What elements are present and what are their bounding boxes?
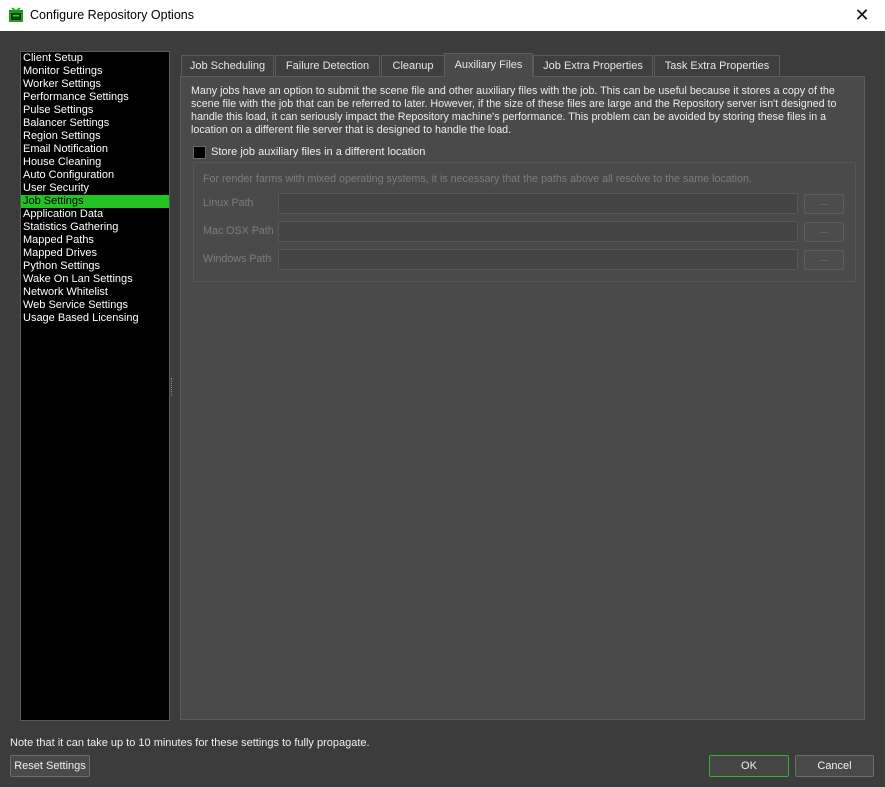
aux-paths-note: For render farms with mixed operating sy… xyxy=(203,173,752,185)
linux-path-browse-button[interactable]: ... xyxy=(804,194,844,214)
nav-item-mapped-paths[interactable]: Mapped Paths xyxy=(21,234,169,247)
mac-path-row: Mac OSX Path ... xyxy=(203,221,853,243)
mac-path-label: Mac OSX Path xyxy=(203,225,274,237)
nav-item-region-settings[interactable]: Region Settings xyxy=(21,130,169,143)
nav-item-wake-on-lan-settings[interactable]: Wake On Lan Settings xyxy=(21,273,169,286)
tab-cleanup[interactable]: Cleanup xyxy=(381,55,445,77)
linux-path-input[interactable] xyxy=(278,193,798,214)
nav-item-web-service-settings[interactable]: Web Service Settings xyxy=(21,299,169,312)
store-aux-files-checkbox[interactable] xyxy=(193,145,206,159)
ok-button[interactable]: OK xyxy=(709,755,789,777)
mac-path-browse-button[interactable]: ... xyxy=(804,222,844,242)
window-title: Configure Repository Options xyxy=(30,8,194,22)
cancel-button[interactable]: Cancel xyxy=(795,755,874,777)
settings-category-list[interactable]: Client Setup Monitor Settings Worker Setti… xyxy=(20,51,170,721)
tab-failure-detection[interactable]: Failure Detection xyxy=(275,55,380,77)
tab-task-extra-properties[interactable]: Task Extra Properties xyxy=(654,55,780,77)
tab-auxiliary-files[interactable]: Auxiliary Files xyxy=(444,53,533,77)
nav-item-application-data[interactable]: Application Data xyxy=(21,208,169,221)
nav-item-auto-configuration[interactable]: Auto Configuration xyxy=(21,169,169,182)
windows-path-row: Windows Path ... xyxy=(203,249,853,271)
nav-item-usage-based-licensing[interactable]: Usage Based Licensing xyxy=(21,312,169,325)
mac-path-input[interactable] xyxy=(278,221,798,242)
nav-item-python-settings[interactable]: Python Settings xyxy=(21,260,169,273)
windows-path-label: Windows Path xyxy=(203,253,272,265)
nav-item-pulse-settings[interactable]: Pulse Settings xyxy=(21,104,169,117)
windows-path-browse-button[interactable]: ... xyxy=(804,250,844,270)
nav-item-worker-settings[interactable]: Worker Settings xyxy=(21,78,169,91)
nav-item-network-whitelist[interactable]: Network Whitelist xyxy=(21,286,169,299)
auxiliary-files-description: Many jobs have an option to submit the s… xyxy=(191,85,837,136)
linux-path-label: Linux Path xyxy=(203,197,254,209)
title-bar: Configure Repository Options ✕ xyxy=(0,0,885,31)
store-aux-files-label[interactable]: Store job auxiliary files in a different… xyxy=(211,146,425,158)
propagation-note: Note that it can take up to 10 minutes f… xyxy=(10,737,370,749)
nav-item-job-settings[interactable]: Job Settings xyxy=(21,195,169,208)
close-icon[interactable]: ✕ xyxy=(839,0,885,31)
nav-item-client-setup[interactable]: Client Setup xyxy=(21,52,169,65)
nav-item-mapped-drives[interactable]: Mapped Drives xyxy=(21,247,169,260)
windows-path-input[interactable] xyxy=(278,249,798,270)
nav-item-balancer-settings[interactable]: Balancer Settings xyxy=(21,117,169,130)
reset-settings-button[interactable]: Reset Settings xyxy=(10,755,90,777)
tab-job-extra-properties[interactable]: Job Extra Properties xyxy=(533,55,653,77)
linux-path-row: Linux Path ... xyxy=(203,193,853,215)
nav-item-house-cleaning[interactable]: House Cleaning xyxy=(21,156,169,169)
deadline-app-icon xyxy=(9,7,23,22)
nav-item-monitor-settings[interactable]: Monitor Settings xyxy=(21,65,169,78)
splitter-handle[interactable] xyxy=(171,378,174,396)
tab-job-scheduling[interactable]: Job Scheduling xyxy=(181,55,274,77)
nav-item-statistics-gathering[interactable]: Statistics Gathering xyxy=(21,221,169,234)
auxiliary-files-panel: Many jobs have an option to submit the s… xyxy=(180,76,865,720)
nav-item-performance-settings[interactable]: Performance Settings xyxy=(21,91,169,104)
store-aux-files-option[interactable]: Store job auxiliary files in a different… xyxy=(193,144,425,160)
nav-item-email-notification[interactable]: Email Notification xyxy=(21,143,169,156)
nav-item-user-security[interactable]: User Security xyxy=(21,182,169,195)
aux-paths-group: For render farms with mixed operating sy… xyxy=(193,162,856,282)
